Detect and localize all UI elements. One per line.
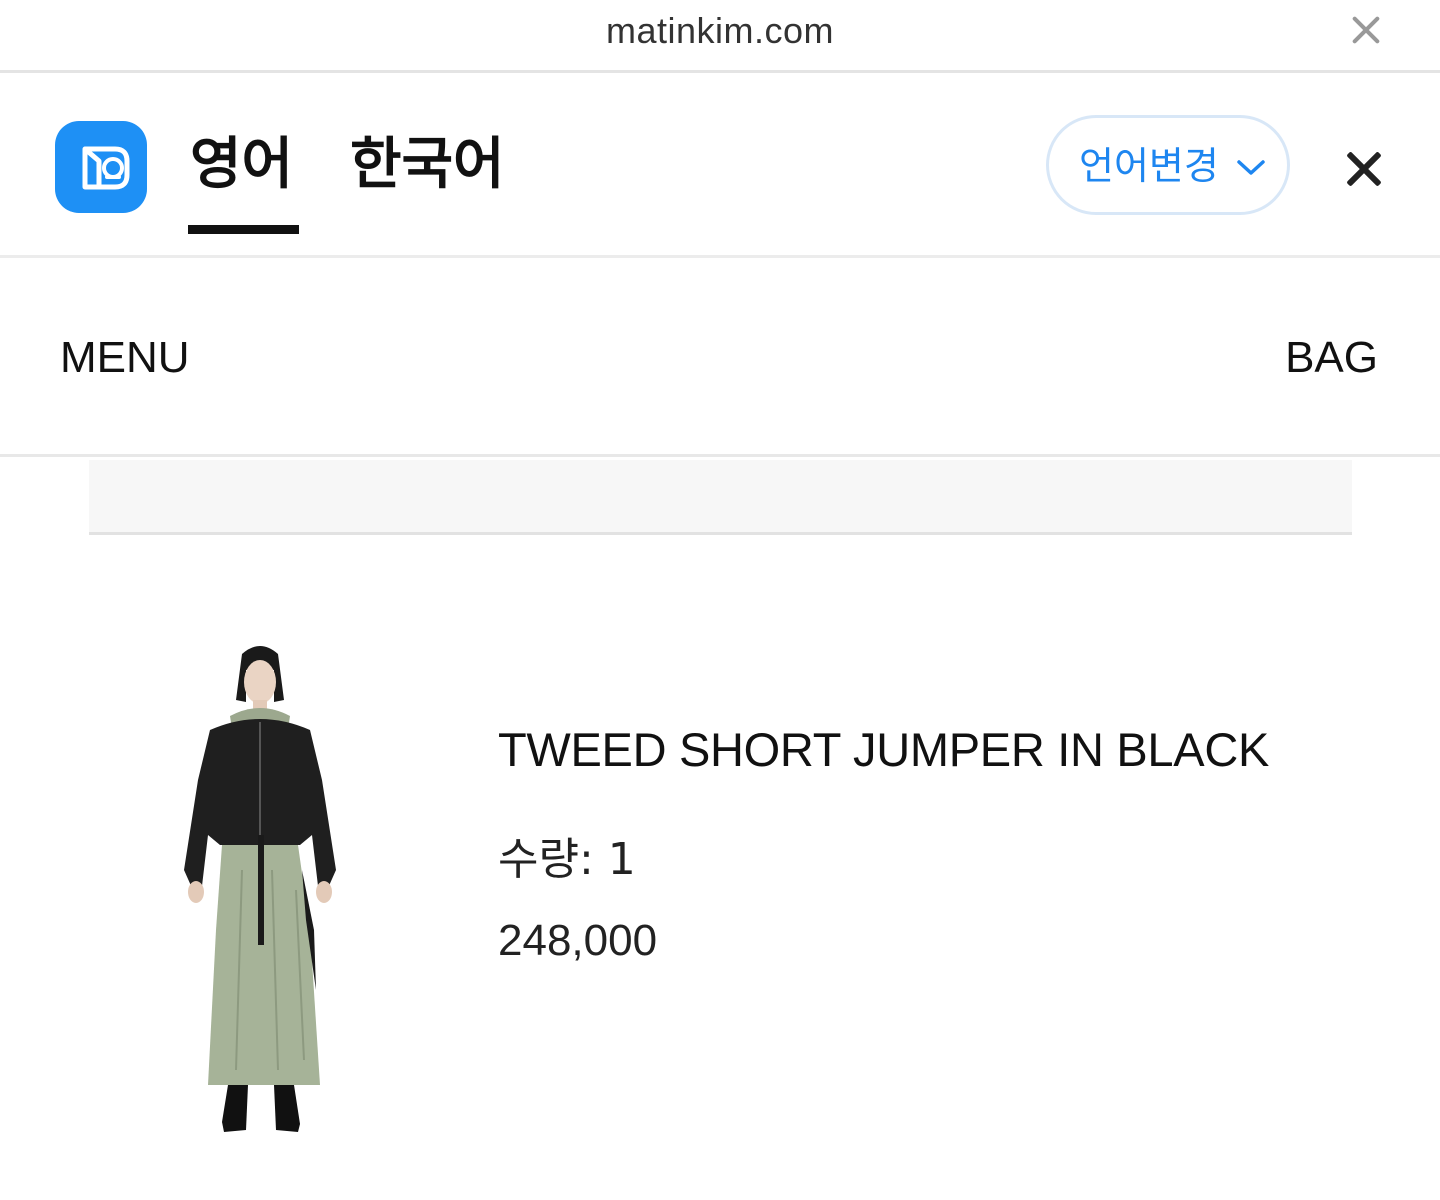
menu-link[interactable]: MENU <box>60 332 190 384</box>
url-text[interactable]: matinkim.com <box>0 10 1440 52</box>
product-price: 248,000 <box>498 916 658 965</box>
close-tab-icon[interactable] <box>1348 12 1384 48</box>
tab-language-korean[interactable]: 한국어 <box>350 129 505 201</box>
close-translate-icon[interactable] <box>1344 149 1384 189</box>
product-image[interactable] <box>150 630 370 1150</box>
product-quantity: 수량: 1 <box>498 834 636 885</box>
change-language-button[interactable]: 언어변경 <box>1046 115 1290 215</box>
translate-bar: 영어 한국어 언어변경 <box>0 73 1440 258</box>
translate-app-icon <box>55 121 147 213</box>
tab-language-english[interactable]: 영어 <box>190 129 293 201</box>
change-language-label: 언어변경 <box>1079 144 1219 188</box>
active-tab-indicator <box>188 225 299 234</box>
chevron-down-icon <box>1237 160 1265 175</box>
product-title[interactable]: TWEED SHORT JUMPER IN BLACK <box>498 722 1269 778</box>
bag-link[interactable]: BAG <box>1285 332 1378 384</box>
site-header: MENU BAG <box>0 258 1440 457</box>
notice-banner <box>89 460 1352 535</box>
browser-url-bar: matinkim.com <box>0 0 1440 73</box>
